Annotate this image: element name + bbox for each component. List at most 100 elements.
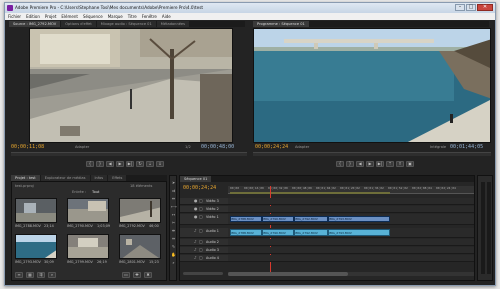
project-item-thumbnail[interactable] bbox=[119, 234, 161, 259]
timeline-horizontal-scrollbar[interactable] bbox=[228, 272, 474, 276]
lock-icon[interactable]: ▢ bbox=[199, 207, 203, 211]
eye-icon[interactable]: ● bbox=[194, 215, 198, 219]
mark-out-button[interactable]: } bbox=[96, 160, 104, 167]
track-lane-audio-1[interactable]: IMG_2788.MOV IMG_2790.MOV IMG_2792.MOV I… bbox=[228, 228, 474, 238]
zoom-tool-icon[interactable]: ⌕ bbox=[171, 260, 176, 265]
source-zoom-select[interactable]: Adapter bbox=[75, 145, 89, 149]
menu-marque[interactable]: Marque bbox=[108, 13, 123, 20]
program-timecode[interactable]: 00;00;24;24 bbox=[255, 144, 288, 150]
tab-source[interactable]: Source : IMG_2792.MOV bbox=[9, 21, 61, 27]
track-header-audio-4[interactable]: ♪ ▢ Audio 4 bbox=[180, 255, 228, 262]
project-item-thumbnail[interactable] bbox=[15, 234, 57, 259]
lock-icon[interactable]: ▢ bbox=[199, 199, 203, 203]
audio-clip[interactable]: IMG_2790.MOV bbox=[262, 229, 294, 236]
search-filter-select[interactable]: Tout bbox=[92, 190, 99, 194]
program-step-back-button[interactable]: ◀ bbox=[356, 160, 364, 167]
lock-icon[interactable]: ▢ bbox=[199, 240, 203, 244]
selection-tool-icon[interactable]: ➤ bbox=[171, 180, 176, 185]
overwrite-button[interactable]: ⇓ bbox=[156, 160, 164, 167]
video-clip[interactable]: IMG_2790.MOV bbox=[262, 216, 294, 222]
track-header-video-2[interactable]: ● ▢ Vidéo 2 bbox=[180, 206, 228, 213]
rolling-edit-tool-icon[interactable]: ⟷ bbox=[171, 204, 177, 209]
program-mark-in-button[interactable]: { bbox=[336, 160, 344, 167]
razor-tool-icon[interactable]: ✂ bbox=[171, 220, 176, 225]
lock-icon[interactable]: ▢ bbox=[199, 256, 203, 260]
program-play-button[interactable]: ▶ bbox=[366, 160, 374, 167]
eye-icon[interactable]: ● bbox=[194, 199, 198, 203]
ripple-edit-tool-icon[interactable]: ⇹ bbox=[171, 196, 176, 201]
step-back-button[interactable]: ◀ bbox=[106, 160, 114, 167]
automate-sequence-icon[interactable]: ⇶ bbox=[37, 272, 45, 278]
project-item-thumbnail[interactable] bbox=[15, 198, 57, 223]
timeline-ruler[interactable]: 00;00 00;00;16;00 00;00;32;00 00;00;48;0… bbox=[228, 186, 474, 194]
tab-metadata[interactable]: Métadonnées bbox=[156, 21, 190, 27]
program-zoom-select[interactable]: Adapter bbox=[295, 145, 309, 149]
program-quality-select[interactable]: Intégrale bbox=[430, 145, 446, 149]
project-item-label[interactable]: IMG_2799.MOV bbox=[67, 260, 93, 264]
zoom-slider[interactable] bbox=[183, 272, 223, 275]
timeline-timecode[interactable]: 00;00;24;24 bbox=[183, 185, 216, 191]
new-bin-icon[interactable]: ▭ bbox=[122, 272, 130, 278]
track-lane-video-1[interactable]: IMG_2788.MOV IMG_2790.MOV IMG_2792.MOV I… bbox=[228, 214, 474, 225]
trash-icon[interactable]: ✖ bbox=[144, 272, 152, 278]
work-area-bar[interactable] bbox=[230, 192, 390, 194]
menu-titre[interactable]: Titre bbox=[128, 13, 137, 20]
track-lane-audio-3[interactable] bbox=[228, 247, 474, 254]
icon-view-icon[interactable]: ▦ bbox=[26, 272, 34, 278]
project-item-label[interactable]: IMG_2788.MOV bbox=[15, 224, 41, 228]
program-scrubber[interactable] bbox=[253, 152, 491, 156]
menu-element[interactable]: Elément bbox=[61, 13, 78, 20]
step-forward-button[interactable]: ▶| bbox=[126, 160, 134, 167]
minimize-button[interactable]: – bbox=[455, 4, 465, 11]
track-header-video-1[interactable]: ● ▢ Vidéo 1 bbox=[180, 214, 228, 225]
maximize-button[interactable]: □ bbox=[466, 4, 476, 11]
eye-icon[interactable]: ● bbox=[194, 207, 198, 211]
mark-in-button[interactable]: { bbox=[86, 160, 94, 167]
project-item-label[interactable]: IMG_2801.MOV bbox=[119, 260, 145, 264]
insert-button[interactable]: ⇣ bbox=[146, 160, 154, 167]
loop-button[interactable]: ↻ bbox=[136, 160, 144, 167]
source-fraction[interactable]: 1/2 bbox=[185, 145, 191, 149]
play-button[interactable]: ▶ bbox=[116, 160, 124, 167]
project-item-thumbnail[interactable] bbox=[119, 198, 161, 223]
menu-edition[interactable]: Edition bbox=[26, 13, 40, 20]
lock-icon[interactable]: ▢ bbox=[199, 229, 203, 233]
tab-audio-mixer[interactable]: Mixage audio : Séquence 01 bbox=[96, 21, 156, 27]
hand-tool-icon[interactable]: ✋ bbox=[171, 252, 176, 257]
menu-aide[interactable]: Aide bbox=[162, 13, 171, 20]
audio-clip[interactable]: IMG_2788.MOV bbox=[230, 229, 262, 236]
menu-projet[interactable]: Projet bbox=[45, 13, 57, 20]
program-step-forward-button[interactable]: ▶| bbox=[376, 160, 384, 167]
video-clip[interactable]: IMG_2793.MOV bbox=[328, 216, 390, 222]
extract-button[interactable]: ⇑ bbox=[396, 160, 404, 167]
pen-tool-icon[interactable]: ✎ bbox=[171, 244, 176, 249]
track-lane-audio-4[interactable] bbox=[228, 255, 474, 262]
speaker-icon[interactable]: ♪ bbox=[194, 256, 198, 260]
menu-sequence[interactable]: Séquence bbox=[83, 13, 103, 20]
tab-effect-options[interactable]: Options d'effet bbox=[61, 21, 96, 27]
track-header-audio-3[interactable]: ♪ ▢ Audio 3 bbox=[180, 247, 228, 254]
close-button[interactable]: ✕ bbox=[477, 4, 493, 11]
video-clip[interactable]: IMG_2788.MOV bbox=[230, 216, 262, 222]
scrollbar-thumb[interactable] bbox=[228, 272, 348, 276]
source-video-frame[interactable] bbox=[29, 28, 233, 143]
track-lane-video-3[interactable] bbox=[228, 198, 474, 205]
speaker-icon[interactable]: ♪ bbox=[194, 240, 198, 244]
track-lane-audio-2[interactable] bbox=[228, 239, 474, 246]
audio-clip[interactable]: IMG_2793.MOV bbox=[328, 229, 390, 236]
track-lane-video-2[interactable] bbox=[228, 206, 474, 213]
speaker-icon[interactable]: ♪ bbox=[194, 229, 198, 233]
track-select-tool-icon[interactable]: ⇉ bbox=[171, 188, 176, 193]
project-item-label[interactable]: IMG_2792.MOV bbox=[119, 224, 145, 228]
menu-fenetre[interactable]: Fenêtre bbox=[142, 13, 157, 20]
project-item-label[interactable]: IMG_2790.MOV bbox=[67, 224, 93, 228]
rate-stretch-tool-icon[interactable]: ↔ bbox=[171, 212, 176, 217]
speaker-icon[interactable]: ♪ bbox=[194, 248, 198, 252]
audio-clip[interactable]: IMG_2792.MOV bbox=[294, 229, 328, 236]
project-item-thumbnail[interactable] bbox=[67, 234, 109, 259]
video-clip[interactable]: IMG_2792.MOV bbox=[294, 216, 328, 222]
tab-program[interactable]: Programme : Séquence 01 bbox=[253, 21, 309, 27]
slide-tool-icon[interactable]: ⇻ bbox=[171, 236, 176, 241]
find-icon[interactable]: ⌕ bbox=[48, 272, 56, 278]
slip-tool-icon[interactable]: ⇼ bbox=[171, 228, 176, 233]
